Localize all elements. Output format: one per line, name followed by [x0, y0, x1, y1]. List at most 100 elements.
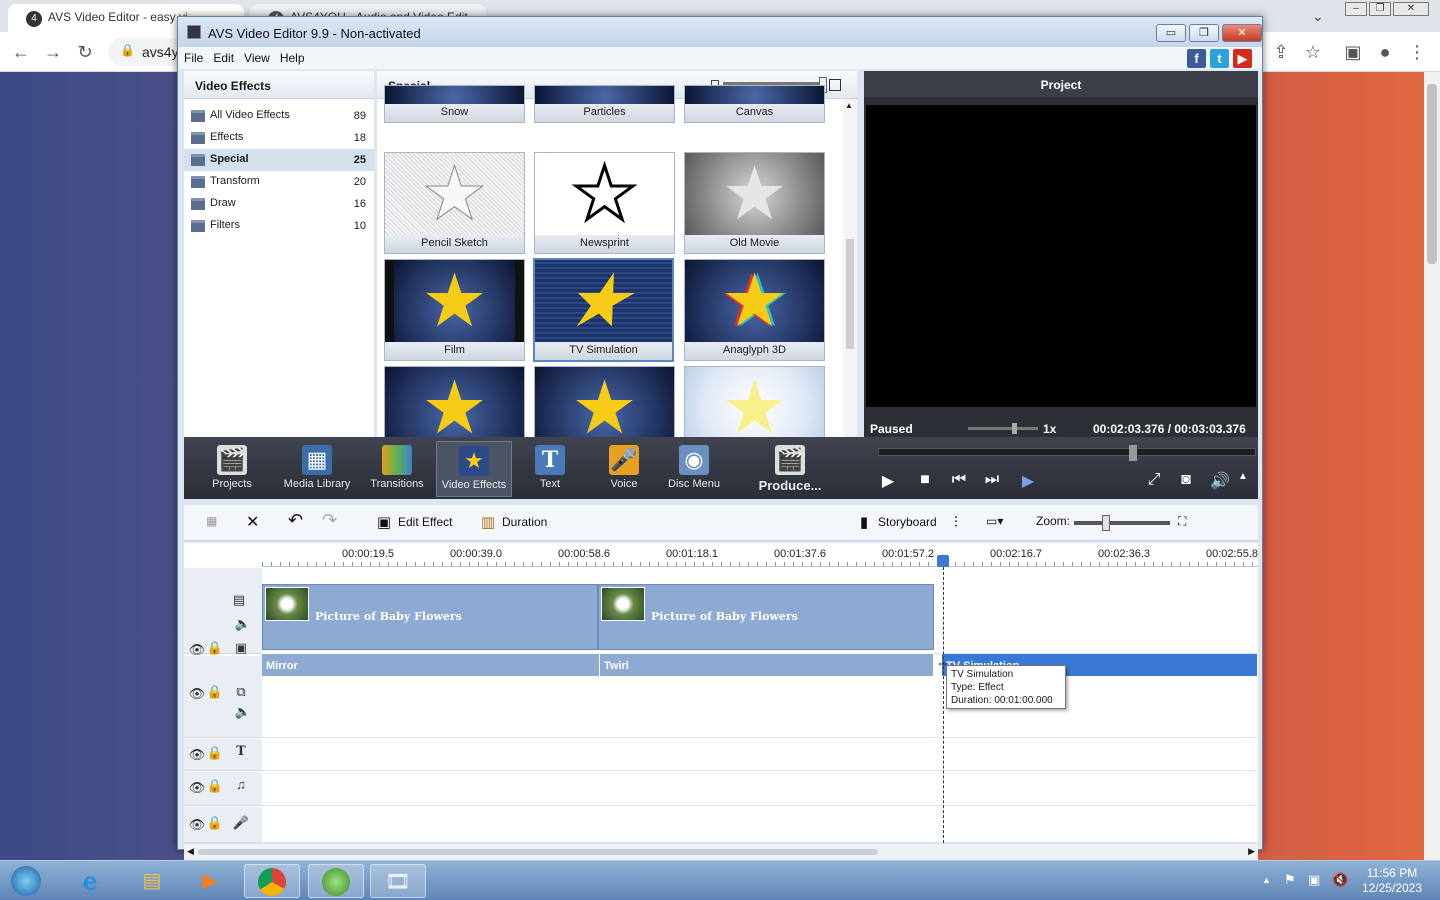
- produce-button[interactable]: 🎬 Produce...: [754, 441, 826, 497]
- effect-tile-canvas[interactable]: Canvas: [684, 85, 825, 123]
- lock-icon[interactable]: 🔒: [206, 640, 224, 656]
- effect-tile-film[interactable]: ★ Film: [384, 259, 525, 361]
- playhead-marker[interactable]: [937, 555, 949, 567]
- effect-tile-tv-simulation[interactable]: ★ TV Simulation: [533, 258, 674, 362]
- timeline-scrollbar[interactable]: ◀ ▶: [184, 844, 1258, 860]
- lock-icon[interactable]: 🔒: [206, 684, 224, 700]
- tray-flag-icon[interactable]: ⚑: [1284, 872, 1296, 888]
- previous-frame-icon[interactable]: ⏮: [949, 471, 969, 489]
- effect-clip-twirl[interactable]: Twirl: [600, 654, 934, 676]
- video-effects-button[interactable]: ★ Video Effects: [436, 441, 512, 497]
- tray-volume-icon[interactable]: 🔇: [1332, 872, 1348, 888]
- maximize-button[interactable]: ❐: [1189, 24, 1219, 42]
- minimize-button[interactable]: ▭: [1156, 24, 1186, 42]
- text-track-row[interactable]: [262, 739, 1258, 771]
- video-track-row[interactable]: Picture of Baby Flowers Picture of Baby …: [262, 568, 1258, 655]
- voice-track-row[interactable]: [262, 807, 1258, 843]
- zoom-slider[interactable]: [1074, 515, 1170, 531]
- twitter-icon[interactable]: t: [1210, 49, 1229, 68]
- music-track-row[interactable]: [262, 772, 1258, 806]
- youtube-icon[interactable]: ▶: [1233, 49, 1252, 68]
- redo-icon[interactable]: ↷: [322, 510, 337, 531]
- preview-screen[interactable]: [866, 105, 1256, 407]
- back-icon[interactable]: ←: [10, 41, 32, 63]
- effect-tile-newsprint[interactable]: ★ Newsprint: [534, 152, 675, 254]
- share-icon[interactable]: ⇪: [1270, 41, 1292, 63]
- browser-restore-button[interactable]: ❐: [1369, 2, 1391, 16]
- effect-track-row[interactable]: Mirror Twirl TV Simulation: [262, 654, 1258, 678]
- text-button[interactable]: T Text: [528, 441, 572, 497]
- snapshot-icon[interactable]: ◙: [1176, 471, 1196, 489]
- taskbar-internet-explorer[interactable]: e: [62, 864, 118, 898]
- taskbar-chrome[interactable]: [244, 864, 300, 898]
- category-effects[interactable]: Effects 18: [184, 127, 374, 149]
- scroll-right-icon[interactable]: ▶: [1248, 846, 1255, 857]
- taskbar-avs-video-editor[interactable]: 🎞: [370, 864, 426, 898]
- address-bar[interactable]: 🔒 avs4y: [108, 38, 188, 66]
- page-scrollbar[interactable]: [1424, 72, 1440, 860]
- tray-expand-icon[interactable]: ▲: [1262, 875, 1271, 885]
- profile-icon[interactable]: ●: [1374, 41, 1396, 63]
- effect-tile-particles[interactable]: Particles: [534, 85, 675, 123]
- play-icon[interactable]: ▶: [878, 471, 898, 491]
- large-thumbnails-icon[interactable]: [829, 79, 841, 91]
- category-filters[interactable]: Filters 10: [184, 215, 374, 237]
- reload-icon[interactable]: ↻: [74, 41, 96, 63]
- browser-menu-icon[interactable]: ⋮: [1406, 41, 1428, 63]
- transitions-button[interactable]: Transitions: [368, 441, 426, 497]
- taskbar-media-player[interactable]: ▶: [182, 864, 238, 898]
- mute-icon[interactable]: 🔈: [234, 704, 252, 720]
- category-all-video-effects[interactable]: All Video Effects 89: [184, 105, 374, 127]
- lock-icon[interactable]: 🔒: [206, 745, 224, 761]
- undo-icon[interactable]: ↶: [288, 510, 303, 531]
- bookmark-star-icon[interactable]: ☆: [1302, 41, 1324, 63]
- scrollbar-thumb[interactable]: [846, 239, 854, 349]
- playback-progress-bar[interactable]: [878, 445, 1256, 461]
- duration-button[interactable]: ▥ Duration: [478, 514, 547, 532]
- storyboard-button[interactable]: ▮ Storyboard: [854, 514, 937, 532]
- tab-search-icon[interactable]: ⌄: [1312, 8, 1324, 25]
- start-button[interactable]: [4, 864, 48, 898]
- category-transform[interactable]: Transform 20: [184, 171, 374, 193]
- category-special[interactable]: Special 25: [184, 149, 374, 171]
- scroll-up-icon[interactable]: ▲: [845, 101, 853, 110]
- slider-handle[interactable]: [1012, 423, 1017, 434]
- taskbar-file-explorer[interactable]: ▤: [124, 864, 180, 898]
- taskbar-windows-app[interactable]: [308, 864, 364, 898]
- timeline-scrollbar-thumb[interactable]: [198, 849, 878, 855]
- browser-close-button[interactable]: ✕: [1393, 2, 1429, 16]
- effect-tile-pencil-sketch[interactable]: ★ Pencil Sketch: [384, 152, 525, 254]
- playhead-line[interactable]: [943, 567, 944, 843]
- fullscreen-icon[interactable]: ⤢: [1144, 471, 1164, 489]
- fit-to-window-icon[interactable]: ⛶: [1178, 514, 1186, 529]
- system-clock[interactable]: 11:56 PM 12/25/2023: [1362, 866, 1422, 896]
- video-clip[interactable]: Picture of Baby Flowers: [262, 584, 598, 650]
- play-selection-icon[interactable]: ▶: [1018, 471, 1038, 491]
- facebook-icon[interactable]: f: [1187, 49, 1206, 68]
- effect-tile-snow[interactable]: Snow: [384, 85, 525, 123]
- effects-grid-scrollbar[interactable]: ▲ ▼: [843, 99, 857, 453]
- effect-tile-old-movie[interactable]: ★ Old Movie: [684, 152, 825, 254]
- media-library-button[interactable]: ▦ Media Library: [282, 441, 352, 497]
- scroll-left-icon[interactable]: ◀: [187, 846, 194, 857]
- menu-edit[interactable]: Edit: [207, 47, 238, 65]
- page-scrollbar-thumb[interactable]: [1427, 84, 1437, 264]
- stop-icon[interactable]: ■: [915, 471, 935, 489]
- close-button[interactable]: ✕: [1222, 24, 1262, 42]
- lock-icon[interactable]: 🔒: [206, 815, 224, 831]
- disc-menu-button[interactable]: ◉ Disc Menu: [666, 441, 722, 497]
- category-draw[interactable]: Draw 16: [184, 193, 374, 215]
- zoom-handle[interactable]: [1102, 515, 1110, 531]
- display-options-icon[interactable]: ▭▾: [986, 514, 1003, 528]
- expand-up-icon[interactable]: ▲: [1233, 471, 1253, 482]
- lock-icon[interactable]: 🔒: [206, 778, 224, 794]
- speed-slider[interactable]: [968, 423, 1038, 434]
- volume-icon[interactable]: 🔊: [1210, 471, 1230, 491]
- eye-icon[interactable]: 👁: [188, 686, 206, 702]
- menu-file[interactable]: File: [178, 47, 207, 65]
- edit-effect-button[interactable]: ▣ Edit Effect: [374, 514, 453, 532]
- forward-icon[interactable]: →: [42, 41, 64, 63]
- split-icon[interactable]: ▦: [206, 514, 217, 528]
- next-frame-icon[interactable]: ⏭: [982, 471, 1002, 489]
- window-titlebar[interactable]: AVS Video Editor 9.9 - Non-activated ▭ ❐…: [178, 17, 1262, 47]
